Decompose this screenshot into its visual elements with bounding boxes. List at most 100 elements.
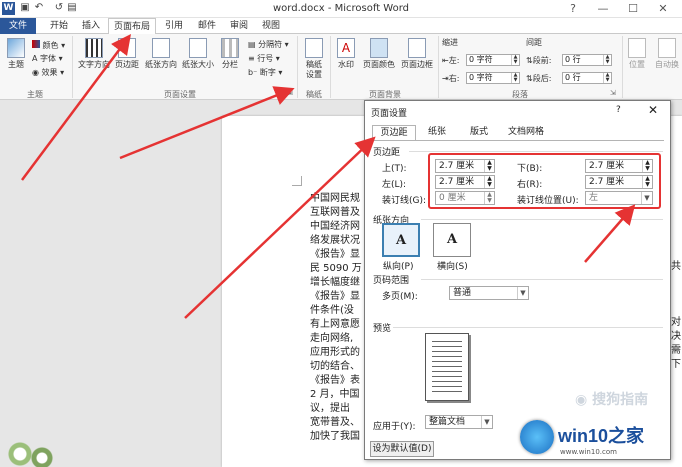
spinner-icon[interactable]: ▲ ▼	[511, 73, 519, 83]
space-before-input[interactable]: 0 行 ▲ ▼	[562, 54, 612, 66]
draft-settings-button[interactable]: 稿纸设置	[300, 38, 328, 80]
tab-file[interactable]: 文件	[0, 18, 36, 34]
apply-to-select[interactable]: 整篇文档 ▼	[425, 415, 493, 429]
tab-mailings[interactable]: 邮件	[192, 18, 222, 34]
landscape-icon: A	[446, 232, 458, 247]
text-line: 宽带普及、	[310, 417, 360, 428]
margin-corner-mark	[292, 176, 302, 186]
preview-section-label: 预览	[373, 324, 392, 334]
section-divider	[421, 219, 663, 220]
tab-document-grid[interactable]: 文档网格	[501, 125, 551, 141]
text-line: 《报告》表	[310, 375, 360, 386]
theme-colors-button[interactable]: 颜色 ▾	[32, 40, 65, 51]
text-fragment: 下	[671, 359, 681, 370]
tab-review[interactable]: 审阅	[224, 18, 254, 34]
line-numbers-button[interactable]: ≡ 行号 ▾	[248, 54, 280, 64]
tab-paper[interactable]: 纸张	[417, 125, 457, 141]
space-after-input[interactable]: 0 行 ▲ ▼	[562, 72, 612, 84]
columns-button[interactable]: 分栏	[216, 38, 244, 70]
page-setup-dialog: 页面设置 ? ✕ 页边距 纸张 版式 文档网格 页边距 上(T): 2.7 厘米…	[364, 100, 671, 460]
indent-right-input[interactable]: 0 字符 ▲ ▼	[466, 72, 520, 84]
text-direction-icon	[85, 38, 103, 58]
tab-underline	[371, 140, 664, 141]
text-line: 民 5090 万	[310, 263, 362, 274]
theme-effects-button[interactable]: ◉ 效果 ▾	[32, 68, 64, 78]
orientation-button[interactable]: 纸张方向	[143, 38, 179, 70]
themes-button[interactable]: 主题	[3, 38, 29, 70]
indent-right-icon: ⇥	[442, 74, 449, 83]
portrait-icon: A	[395, 233, 407, 248]
margins-section-label: 页边距	[373, 148, 401, 158]
text-line: 走向网络,	[310, 333, 354, 344]
tab-layout[interactable]: 版式	[459, 125, 499, 141]
text-line: 件条件(没	[310, 305, 354, 316]
wrap-text-button[interactable]: 自动换	[652, 38, 682, 70]
text-line: 互联网普及	[310, 207, 360, 218]
tab-page-layout[interactable]: 页面布局	[108, 18, 156, 35]
space-before-icon: ⇅	[526, 56, 533, 65]
tab-home[interactable]: 开始	[42, 18, 76, 34]
text-line: 中国网民规	[310, 193, 360, 204]
title-bar: W ▣ ↶ ↺ ▤ word.docx - Microsoft Word ? —…	[0, 0, 682, 18]
text-line: 络发展状况	[310, 235, 360, 246]
text-fragment: 需	[671, 345, 681, 356]
landscape-option[interactable]: A	[433, 223, 471, 257]
indent-left-icon: ⇤	[442, 56, 449, 65]
tab-insert[interactable]: 插入	[76, 18, 106, 34]
tab-margins[interactable]: 页边距	[372, 125, 416, 141]
text-line: 2 月，中国	[310, 389, 360, 400]
text-fragment: 共	[671, 261, 681, 272]
chevron-down-icon[interactable]: ▼	[517, 287, 528, 299]
minimize-button[interactable]: —	[588, 0, 618, 18]
portrait-option[interactable]: A	[382, 223, 420, 257]
multiple-pages-select[interactable]: 普通 ▼	[449, 286, 529, 300]
win10-logo: win10之家 www.win10.com	[512, 412, 682, 467]
page-color-icon	[370, 38, 388, 58]
chevron-down-icon[interactable]: ▼	[481, 416, 492, 428]
page-borders-button[interactable]: 页面边框	[398, 38, 436, 70]
section-divider	[421, 279, 663, 280]
columns-icon	[221, 38, 239, 58]
spinner-icon[interactable]: ▲ ▼	[603, 55, 611, 65]
page-setup-launcher-icon[interactable]: ⇲	[287, 89, 293, 97]
maximize-button[interactable]: ☐	[618, 0, 648, 18]
pages-section-label: 页码范围	[373, 276, 410, 286]
margins-button[interactable]: 页边距	[112, 38, 142, 70]
spinner-icon[interactable]: ▲ ▼	[603, 73, 611, 83]
close-button[interactable]: ✕	[648, 0, 678, 18]
text-line: 《报告》显	[310, 291, 360, 302]
text-line: 增长幅度继	[310, 277, 360, 288]
dialog-help-button[interactable]: ?	[616, 105, 621, 115]
landscape-label: 横向(S)	[437, 262, 468, 272]
line-numbers-icon: ≡	[248, 54, 255, 63]
indent-left-input[interactable]: 0 字符 ▲ ▼	[466, 54, 520, 66]
paragraph-launcher-icon[interactable]: ⇲	[610, 89, 616, 97]
separator	[622, 36, 623, 98]
dialog-close-button[interactable]: ✕	[648, 103, 658, 117]
tab-view[interactable]: 视图	[256, 18, 286, 34]
group-label-draft: 稿纸	[306, 90, 322, 99]
decorative-flower	[0, 440, 58, 467]
hyphenation-button[interactable]: b⁻ 断字 ▾	[248, 68, 282, 78]
spinner-icon[interactable]: ▲ ▼	[511, 55, 519, 65]
separator	[330, 36, 331, 98]
text-line: 切的结合、	[310, 361, 360, 372]
page-color-button[interactable]: 页面颜色	[360, 38, 398, 70]
theme-fonts-button[interactable]: A 字体 ▾	[32, 54, 63, 64]
help-button[interactable]: ?	[558, 0, 588, 18]
watermark-overlay: ◉ 搜狗指南	[575, 392, 649, 408]
orientation-icon	[152, 38, 170, 58]
preview-page-image	[425, 333, 469, 401]
breaks-button[interactable]: ▤ 分隔符 ▾	[248, 40, 289, 50]
size-button[interactable]: 纸张大小	[180, 38, 216, 70]
windows-logo-icon	[520, 420, 554, 454]
set-as-default-button[interactable]: 设为默认值(D)	[370, 441, 434, 457]
text-direction-button[interactable]: 文字方向	[76, 38, 112, 70]
position-button[interactable]: 位置	[624, 38, 650, 70]
separator	[297, 36, 298, 98]
watermark-icon: A	[337, 38, 355, 58]
watermark-button[interactable]: A 水印	[333, 38, 359, 70]
indent-left-label: ⇤左:	[442, 56, 460, 65]
wrap-text-icon	[658, 38, 676, 58]
tab-references[interactable]: 引用	[158, 18, 190, 34]
